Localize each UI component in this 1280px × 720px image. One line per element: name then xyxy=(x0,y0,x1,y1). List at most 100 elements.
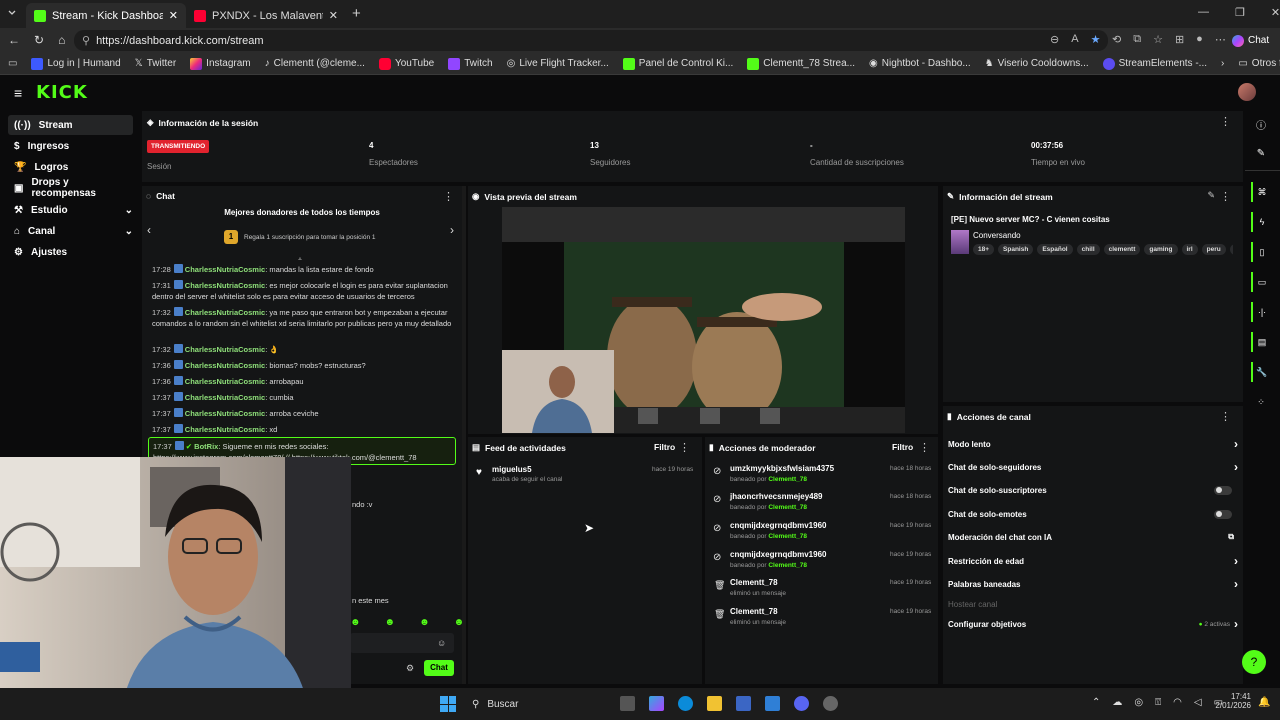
notification-bell-icon[interactable]: 🔔 xyxy=(1258,697,1270,708)
collections-icon[interactable]: ⊞ xyxy=(1175,33,1184,46)
sidebar-item-estudio[interactable]: ⚒ Estudio ⌄ xyxy=(8,200,133,220)
bookmark-flight-tracker[interactable]: ◎ Live Flight Tracker... xyxy=(507,58,609,69)
refresh-button[interactable]: ↻ xyxy=(34,33,44,47)
sidebar-item-canal[interactable]: ⌂ Canal ⌄ xyxy=(8,221,133,241)
pinned-down-icon[interactable]: ⩡ xyxy=(298,256,302,264)
tab-kick-dashboard[interactable]: Stream - Kick Dashboard ✕ xyxy=(26,3,186,28)
copilot-chat-button[interactable]: Chat xyxy=(1232,31,1269,50)
chat-icon[interactable]: ▭ xyxy=(1251,272,1271,292)
more-menu-icon[interactable]: ⋯ xyxy=(1215,33,1226,46)
moderator-target-user[interactable]: jhaoncrhvecsnmejey489 xyxy=(730,492,823,501)
moderator-target-user[interactable]: Clementt_78 xyxy=(730,578,778,587)
task-view-icon[interactable] xyxy=(620,696,635,711)
ai-moderation-action[interactable]: Moderación del chat con IA ⧉ xyxy=(948,528,1238,546)
user-avatar[interactable] xyxy=(1238,83,1256,101)
sidebar-item-drops[interactable]: ▣ Drops y recompensas xyxy=(8,177,133,199)
copilot-taskbar-icon[interactable] xyxy=(649,696,664,711)
subscribers-only-toggle[interactable] xyxy=(1214,485,1232,495)
taskbar-search[interactable]: ⚲ Buscar xyxy=(466,694,606,714)
banned-words-action[interactable]: Palabras baneadas › xyxy=(948,575,1238,593)
favorite-star-icon[interactable]: ★ xyxy=(1091,33,1101,46)
file-explorer-icon[interactable] xyxy=(707,696,722,711)
moderator-actor[interactable]: Clementt_78 xyxy=(768,562,807,569)
clock[interactable]: 17:41 2/01/2026 xyxy=(1211,692,1251,710)
chevron-right-icon[interactable]: › xyxy=(450,223,454,237)
sidebar-item-ingresos[interactable]: $ Ingresos xyxy=(8,136,133,156)
clipboard-icon[interactable]: ▤ xyxy=(1251,332,1271,352)
bookmark-kick-stream[interactable]: Clementt_78 Strea... xyxy=(747,57,855,70)
bookmark-kick-panel[interactable]: Panel de Control Ki... xyxy=(622,57,733,70)
message-username[interactable]: CharlessNutriaCosmic xyxy=(185,308,265,317)
more-options-icon[interactable]: ⋮ xyxy=(919,441,930,454)
back-button[interactable]: ← xyxy=(8,33,20,47)
more-options-icon[interactable]: ⋮ xyxy=(1220,190,1231,203)
favorites-icon[interactable]: ☆ xyxy=(1153,33,1163,46)
moderator-target-user[interactable]: cnqmijdxegrnqdbmv1960 xyxy=(730,550,826,559)
hamburger-menu-icon[interactable]: ≡ xyxy=(14,85,22,101)
bookmark-tiktok[interactable]: ♪ Clementt (@cleme... xyxy=(265,58,365,69)
bookmark-twitch[interactable]: Twitch xyxy=(448,57,493,70)
bookmark-twitter[interactable]: 𝕏 Twitter xyxy=(135,58,177,69)
info-icon[interactable]: ⓘ xyxy=(1251,114,1271,134)
chevron-up-icon[interactable]: ⌃ xyxy=(1092,697,1100,708)
followers-only-action[interactable]: Chat de solo-seguidores › xyxy=(948,458,1238,476)
moderator-actor[interactable]: Clementt_78 xyxy=(768,533,807,540)
edit-icon[interactable]: ✎ xyxy=(1207,190,1215,201)
tab-list-icon[interactable] xyxy=(6,7,18,19)
store-icon[interactable] xyxy=(736,696,751,711)
emote-icon[interactable]: ☻ xyxy=(385,617,396,628)
more-options-icon[interactable]: ⋮ xyxy=(679,441,690,454)
more-options-icon[interactable]: ⋮ xyxy=(1220,410,1231,423)
other-favorites[interactable]: ▭Otros favoritos xyxy=(1238,58,1280,69)
chevron-left-icon[interactable]: ‹ xyxy=(147,223,151,237)
emoji-picker-icon[interactable]: ☺ xyxy=(437,638,446,648)
activity-username[interactable]: miguelus5 xyxy=(492,465,532,474)
apps-icon[interactable]: ⁘ xyxy=(1251,392,1271,412)
chat-settings-icon[interactable]: ⚙ xyxy=(406,663,414,674)
emote-icon[interactable]: ☻ xyxy=(350,617,361,628)
message-username[interactable]: CharlessNutriaCosmic xyxy=(185,361,265,370)
bookmark-youtube[interactable]: YouTube xyxy=(378,57,434,70)
mail-icon[interactable] xyxy=(765,696,780,711)
emote-icon[interactable]: ☻ xyxy=(419,617,430,628)
pencil-icon[interactable]: ✎ xyxy=(1251,143,1271,163)
moderator-actor[interactable]: Clementt_78 xyxy=(768,476,807,483)
home-button[interactable]: ⌂ xyxy=(58,33,65,47)
age-restriction-action[interactable]: Restricción de edad › xyxy=(948,552,1238,570)
steam-icon[interactable]: ◎ xyxy=(1134,697,1143,708)
bookmark-humand[interactable]: Log in | Humand xyxy=(31,57,121,70)
help-chat-button[interactable]: ? xyxy=(1242,650,1266,674)
lightning-icon[interactable]: ϟ xyxy=(1251,212,1271,232)
profile-icon[interactable]: ● xyxy=(1196,33,1203,46)
broadcast-icon[interactable]: ·|· xyxy=(1251,302,1271,322)
document-icon[interactable]: ▯ xyxy=(1251,242,1271,262)
more-options-icon[interactable]: ⋮ xyxy=(1220,115,1231,128)
moderator-filter-button[interactable]: Filtro xyxy=(892,442,913,452)
volume-icon[interactable]: ◁ xyxy=(1194,697,1202,708)
moderator-target-user[interactable]: cnqmijdxegrnqdbmv1960 xyxy=(730,521,826,530)
message-username[interactable]: CharlessNutriaCosmic xyxy=(185,425,265,434)
split-screen-icon[interactable]: ⧉ xyxy=(1133,33,1141,46)
extensions-icon[interactable]: ⟲ xyxy=(1112,33,1121,46)
obs-icon[interactable] xyxy=(823,696,838,711)
emote-icon[interactable]: ☻ xyxy=(454,617,465,628)
wrench-icon[interactable]: 🔧 xyxy=(1251,362,1271,382)
bookmark-viserio[interactable]: ♞ Viserio Cooldowns... xyxy=(985,58,1089,69)
goals-action[interactable]: Configurar objetivos ● 2 activas › xyxy=(948,615,1238,633)
message-username[interactable]: BotRix xyxy=(194,442,218,451)
activity-filter-button[interactable]: Filtro xyxy=(654,442,675,452)
message-username[interactable]: CharlessNutriaCosmic xyxy=(185,393,265,402)
stream-preview-video[interactable] xyxy=(502,207,905,433)
moderator-target-user[interactable]: Clementt_78 xyxy=(730,607,778,616)
tab-youtube-pxndx[interactable]: PXNDX - Los Malaventurados No L ✕ xyxy=(186,3,346,28)
message-username[interactable]: CharlessNutriaCosmic xyxy=(185,377,265,386)
new-tab-button[interactable]: + xyxy=(352,5,361,22)
onedrive-icon[interactable]: ☁ xyxy=(1112,697,1122,708)
sidebar-item-stream[interactable]: ((·)) Stream xyxy=(8,115,133,135)
sidebar-item-logros[interactable]: 🏆 Logros xyxy=(8,157,133,177)
shortcut-stream-icon[interactable]: ⌘ xyxy=(1251,182,1271,202)
emotes-only-toggle[interactable] xyxy=(1214,509,1232,519)
chevron-right-icon[interactable]: › xyxy=(1221,58,1224,69)
close-window-button[interactable]: ✕ xyxy=(1271,6,1280,19)
wifi-icon[interactable]: ◠ xyxy=(1173,697,1182,708)
